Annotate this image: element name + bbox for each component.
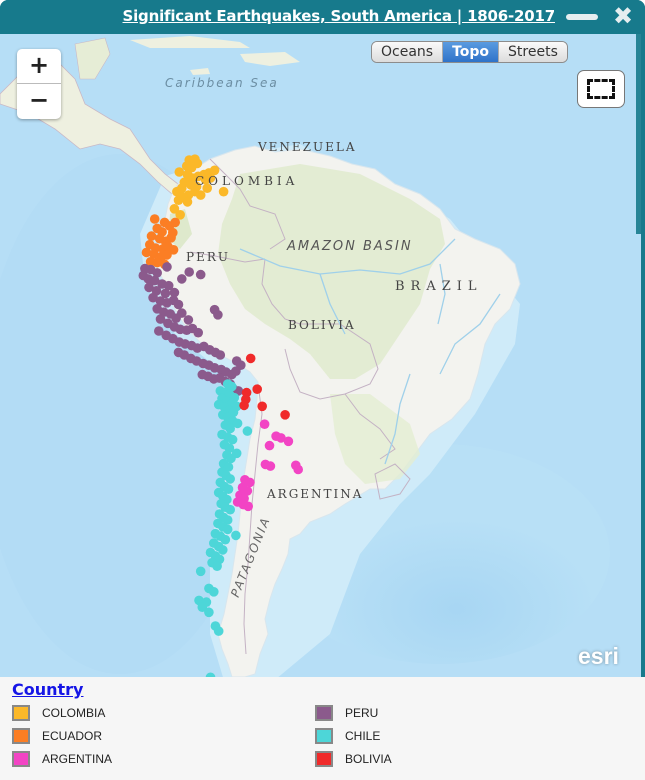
earthquake-point-argentina[interactable] [243, 501, 253, 512]
dashed-selection-icon [587, 79, 615, 99]
earthquake-point-peru[interactable] [183, 315, 194, 325]
earthquake-point-colombia[interactable] [202, 183, 212, 193]
legend-swatch-argentina [12, 751, 30, 767]
earthquake-point-chile[interactable] [218, 545, 228, 555]
earthquake-point-colombia[interactable] [174, 167, 185, 177]
legend-label: COLOMBIA [42, 706, 106, 720]
legend-label: BOLIVIA [345, 752, 392, 766]
earthquake-point-chile[interactable] [242, 426, 253, 436]
map-view[interactable]: Caribbean Sea VENEZUELA COLOMBIA AMAZON … [0, 34, 641, 677]
earthquake-point-chile[interactable] [231, 448, 242, 459]
earthquake-point-chile[interactable] [195, 566, 206, 577]
earthquake-point-bolivia[interactable] [252, 384, 262, 395]
earthquake-point-bolivia[interactable] [280, 410, 290, 420]
legend-label: ECUADOR [42, 729, 103, 743]
basemap-topo-button[interactable]: Topo [443, 42, 500, 62]
earthquake-point-peru[interactable] [213, 310, 223, 320]
earthquake-point-ecuador[interactable] [170, 217, 180, 228]
legend-swatch-bolivia [315, 751, 333, 767]
legend-title[interactable]: Country [12, 680, 83, 699]
legend-item-ecuador: ECUADOR [12, 727, 102, 745]
earthquake-point-colombia[interactable] [182, 197, 193, 207]
legend-item-argentina: ARGENTINA [12, 750, 112, 768]
legend-swatch-peru [315, 705, 333, 721]
earthquake-point-chile[interactable] [213, 626, 224, 636]
earthquake-point-colombia[interactable] [192, 158, 203, 169]
window-title[interactable]: Significant Earthquakes, South America |… [123, 7, 556, 25]
esri-logo[interactable]: esri [578, 643, 619, 670]
earthquake-point-bolivia[interactable] [239, 400, 249, 411]
earthquake-point-argentina[interactable] [265, 461, 276, 471]
earthquake-point-argentina[interactable] [264, 440, 275, 451]
earthquake-point-chile[interactable] [225, 504, 235, 515]
legend-item-colombia: COLOMBIA [12, 704, 105, 722]
earthquake-point-argentina[interactable] [283, 436, 294, 447]
legend-swatch-chile [315, 728, 333, 744]
legend-item-chile: CHILE [315, 727, 380, 745]
legend-label: CHILE [345, 729, 381, 743]
earthquake-point-peru[interactable] [209, 374, 219, 384]
earthquake-point-bolivia[interactable] [257, 401, 268, 412]
earthquake-point-chile[interactable] [212, 561, 222, 571]
earthquake-point-peru[interactable] [177, 274, 187, 284]
earthquake-point-peru[interactable] [193, 327, 203, 338]
earthquake-point-bolivia[interactable] [245, 353, 256, 364]
legend-swatch-colombia [12, 705, 30, 721]
earthquake-point-peru[interactable] [215, 350, 226, 360]
earthquake-point-peru[interactable] [184, 267, 194, 277]
earthquake-point-colombia[interactable] [218, 186, 229, 197]
earthquake-point-ecuador[interactable] [149, 214, 160, 224]
earthquake-point-peru[interactable] [195, 269, 206, 280]
zoom-control: + − [17, 49, 61, 119]
earthquake-point-chile[interactable] [227, 434, 238, 445]
legend-label: PERU [345, 706, 379, 720]
earthquake-point-ecuador[interactable] [146, 231, 157, 241]
earthquake-point-peru[interactable] [162, 262, 172, 272]
basemap-oceans-button[interactable]: Oceans [372, 42, 444, 62]
earthquake-point-chile[interactable] [225, 474, 235, 484]
earthquake-point-peru[interactable] [173, 299, 184, 310]
legend-label: ARGENTINA [42, 752, 113, 766]
earthquake-point-peru[interactable] [231, 366, 241, 377]
topo-basemap [0, 34, 641, 677]
earthquake-point-argentina[interactable] [259, 419, 270, 430]
basemap-streets-button[interactable]: Streets [499, 42, 567, 62]
map-widget-window: Significant Earthquakes, South America |… [0, 0, 645, 780]
zoom-in-button[interactable]: + [17, 49, 61, 84]
minimize-icon[interactable] [566, 14, 598, 20]
earthquake-point-chile[interactable] [222, 524, 233, 535]
earthquake-point-ecuador[interactable] [166, 233, 176, 243]
earthquake-point-colombia[interactable] [205, 173, 216, 183]
zoom-out-button[interactable]: − [17, 84, 61, 119]
legend-panel: Country COLOMBIA PERU ECUADOR CHILE ARGE… [0, 677, 645, 780]
legend-swatch-ecuador [12, 728, 30, 744]
earthquake-point-chile[interactable] [209, 587, 219, 597]
legend-item-peru: PERU [315, 704, 378, 722]
earthquake-point-chile[interactable] [225, 423, 235, 434]
earthquake-point-argentina[interactable] [293, 464, 304, 475]
earthquake-point-chile[interactable] [204, 607, 214, 618]
selection-tool-button[interactable] [577, 70, 625, 108]
close-icon[interactable]: ✖ [610, 3, 636, 29]
earthquake-point-chile[interactable] [231, 530, 241, 541]
title-bar[interactable]: Significant Earthquakes, South America |… [0, 0, 645, 34]
earthquake-point-ecuador[interactable] [162, 250, 172, 260]
basemap-toggle: Oceans Topo Streets [371, 41, 568, 63]
legend-item-bolivia: BOLIVIA [315, 750, 392, 768]
